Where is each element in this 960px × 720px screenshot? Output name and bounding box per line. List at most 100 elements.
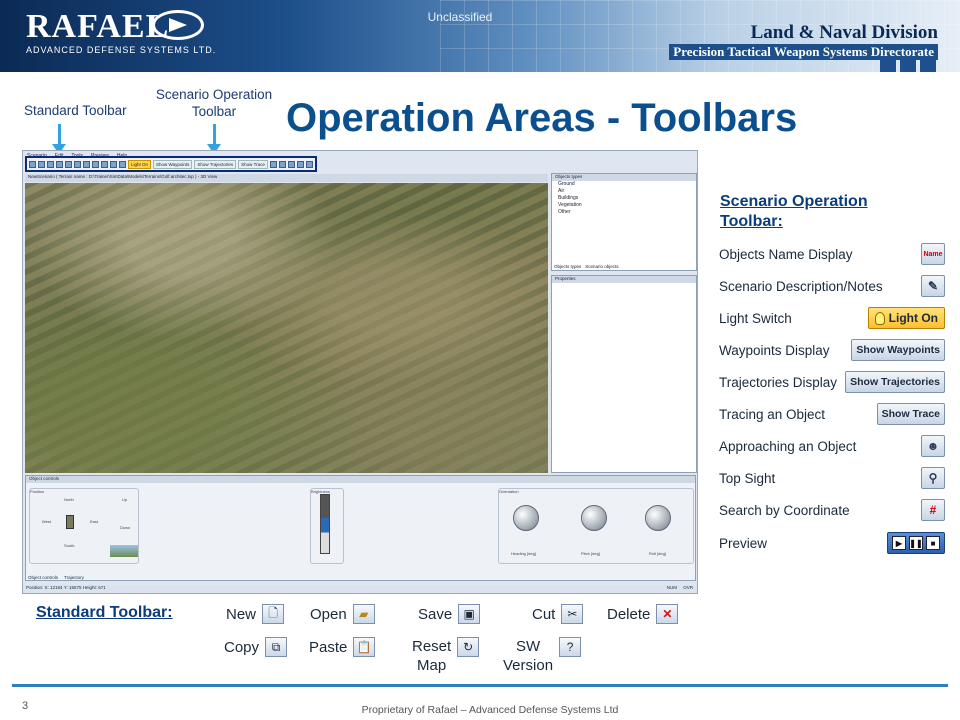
tb-approach-icon[interactable] [269,160,277,168]
document-tab[interactable]: NewScenario ( Terrain name : D:\Trainer\… [25,174,548,182]
legend-approaching-object: Approaching an Object ☻ [719,432,949,460]
tb-show-waypoints-button[interactable]: Show Waypoints [153,159,193,169]
light-on-button[interactable]: Light On [867,307,945,329]
reset-map-icon[interactable]: ↻ [457,637,480,657]
objects-tabs: Objects types Scenario objects [552,263,621,270]
tb-save-icon[interactable] [47,160,54,168]
save-disk-icon[interactable]: ▣ [458,604,481,624]
legend-sw-version: SW Version ? [503,637,582,675]
tb-help-icon[interactable] [101,160,108,168]
objects-types-header: Objects types [552,174,696,181]
position-label: Position [30,489,45,494]
copy-icon[interactable]: ⧉ [265,637,288,657]
help-version-icon[interactable]: ? [559,637,582,657]
vehicle-icon [66,515,74,529]
legend-scenario-notes: Scenario Description/Notes ✎ [719,272,949,300]
legend-paste-label: Paste [309,638,348,656]
bottom-tabs: Object controls Trajectory [28,575,84,580]
tab-object-controls[interactable]: Object controls [28,575,58,580]
tb-name-icon[interactable] [110,160,117,168]
coordinate-search-icon[interactable]: # [921,499,945,521]
slide-title: Operation Areas - Toolbars [286,96,798,140]
decor-squares [880,58,936,72]
name-icon[interactable]: Name [921,243,945,265]
tb-play-icon[interactable] [287,160,295,168]
tb-copy-icon[interactable] [74,160,81,168]
tree-item-other[interactable]: Other [552,209,696,216]
app-toolbar: Light On Show Waypoints Show Trajectorie… [25,156,317,172]
stop-icon[interactable]: ■ [926,536,940,550]
dir-east[interactable]: East [90,519,98,524]
tb-open-icon[interactable] [38,160,45,168]
scissors-icon[interactable]: ✂ [561,604,584,624]
tb-stop-icon[interactable] [305,160,313,168]
tb-reset-icon[interactable] [92,160,99,168]
scenario-toolbar-title: Scenario Operation Toolbar: [720,192,868,232]
legend-cut: Cut ✂ [532,604,584,624]
tb-show-trace-button[interactable]: Show Trace [238,159,268,169]
objects-types-panel: Objects types Ground Air Buildings Veget… [551,173,697,271]
dir-north[interactable]: North [64,497,74,502]
orientation-group: Orientation Heading [deg] Pitch [deg] Ro… [498,488,694,564]
heading-label: Heading [deg] [511,551,536,556]
show-trace-button[interactable]: Show Trace [876,403,945,425]
new-file-icon[interactable]: 🗋 [262,604,285,624]
legend-label: Approaching an Object [719,438,857,454]
heading-dial[interactable] [513,505,539,531]
tree-item-air[interactable]: Air [552,188,696,195]
legend-trajectories-display: Trajectories Display Show Trajectories [719,368,949,396]
terrain-3d-view[interactable] [25,183,548,473]
legend-light-switch: Light Switch Light On [719,304,949,332]
paste-icon[interactable]: 📋 [353,637,376,657]
dir-up[interactable]: Up [122,497,127,502]
dir-south[interactable]: South [64,543,74,548]
properties-panel: Properties [551,275,697,473]
tb-pause-icon[interactable] [296,160,304,168]
legend-cut-label: Cut [532,605,556,623]
open-folder-icon[interactable]: ▰ [352,604,375,624]
tb-light-on-button[interactable]: Light On [128,159,152,169]
delete-x-icon[interactable]: ✕ [656,604,679,624]
pitch-dial[interactable] [581,505,607,531]
dir-west[interactable]: West [42,519,51,524]
dir-down[interactable]: Down [120,525,130,530]
orientation-label: Orientation [499,489,519,494]
scenario-title-line2: Toolbar: [720,213,783,230]
sw-line1: SW [515,638,541,655]
preview-controls-icon[interactable]: ▶ ❚❚ ■ [887,532,945,554]
legend-new-label: New [226,605,257,623]
tb-show-trajectories-button[interactable]: Show Trajectories [194,159,237,169]
standard-toolbar-annotation: Standard Toolbar [24,103,127,118]
tab-objects-types[interactable]: Objects types [554,264,581,269]
tb-new-icon[interactable] [29,160,36,168]
show-waypoints-button[interactable]: Show Waypoints [851,339,945,361]
tb-top-sight-icon[interactable] [278,160,286,168]
show-trajectories-button[interactable]: Show Trajectories [845,371,945,393]
scenario-toolbar-annotation: Scenario Operation Toolbar [150,86,278,120]
pause-icon[interactable]: ❚❚ [909,536,923,550]
play-icon[interactable]: ▶ [892,536,906,550]
notes-icon[interactable]: ✎ [921,275,945,297]
tb-notes-icon[interactable] [119,160,126,168]
legend-search-coordinate: Search by Coordinate # [719,496,949,524]
tab-trajectory[interactable]: Trajectory [64,575,84,580]
top-sight-icon[interactable]: ⚲ [921,467,945,489]
tb-paste-icon[interactable] [83,160,90,168]
legend-reset-label: Reset Map [412,637,451,675]
tab-scenario-objects[interactable]: Scenario objects [585,264,618,269]
approach-icon[interactable]: ☻ [921,435,945,457]
footer-divider [12,684,948,687]
roll-dial[interactable] [645,505,671,531]
tree-item-buildings[interactable]: Buildings [552,195,696,202]
legend-label: Search by Coordinate [719,502,850,518]
legend-delete-label: Delete [607,605,651,623]
division-block: Land & Naval Division Precision Tactical… [669,22,938,60]
tb-cut-icon[interactable] [56,160,63,168]
brightness-slider[interactable] [320,494,330,554]
tree-item-ground[interactable]: Ground [552,181,696,188]
legend-top-sight: Top Sight ⚲ [719,464,949,492]
terrain-thumbnail-icon [110,545,138,557]
tree-item-vegetation[interactable]: Vegetation [552,202,696,209]
legend-label: Preview [719,535,768,551]
tb-delete-icon[interactable] [65,160,72,168]
